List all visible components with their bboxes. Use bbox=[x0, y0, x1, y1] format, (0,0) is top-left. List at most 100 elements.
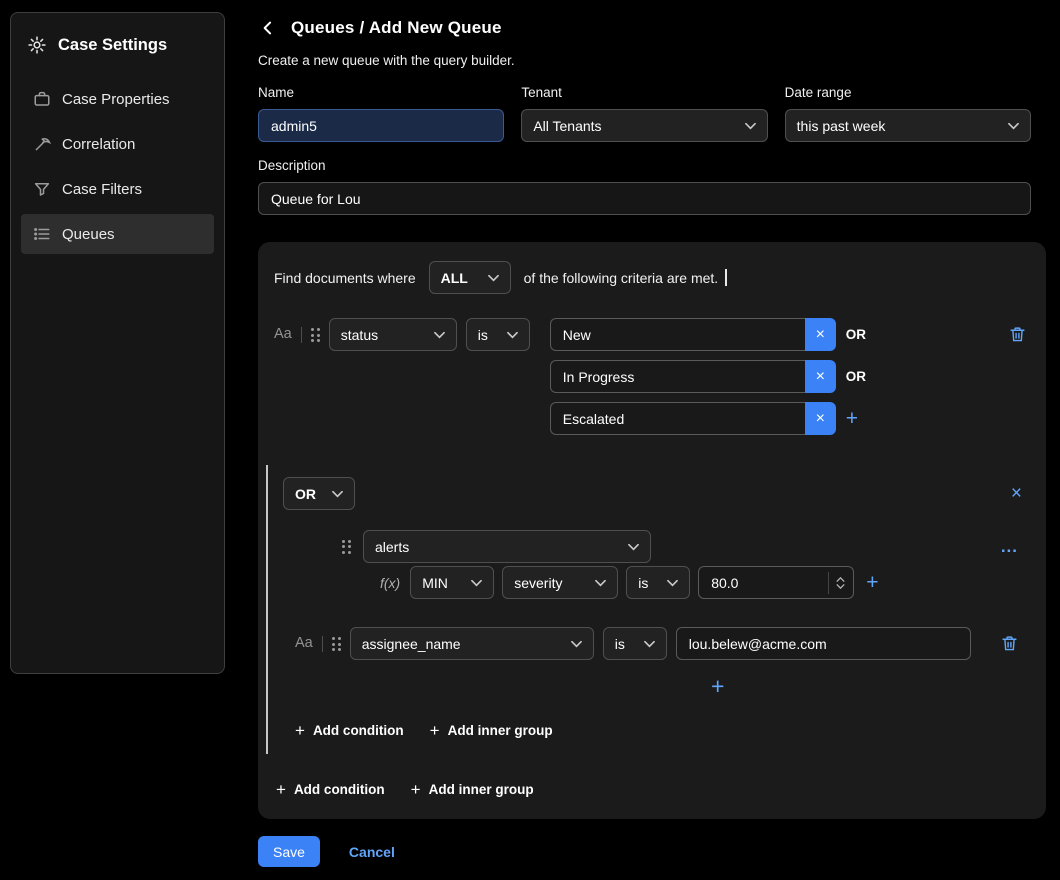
add-value-to-group-button[interactable]: + bbox=[711, 673, 724, 699]
alerts-field-value: alerts bbox=[375, 539, 409, 555]
app: Case Settings Case Properties Correlatio… bbox=[0, 0, 1060, 880]
queue-form: Name Tenant All Tenants Date range this … bbox=[258, 85, 1031, 142]
add-value-row: + bbox=[283, 676, 1030, 697]
description-label: Description bbox=[258, 158, 1031, 173]
gear-icon bbox=[27, 35, 47, 55]
chevron-down-icon bbox=[488, 274, 499, 282]
plus-icon: + bbox=[411, 782, 421, 797]
remove-group-button[interactable]: × bbox=[1011, 484, 1022, 503]
add-inner-group-label: Add inner group bbox=[448, 723, 553, 738]
sidebar: Case Settings Case Properties Correlatio… bbox=[10, 12, 225, 674]
plus-icon: + bbox=[430, 723, 440, 738]
value-row: × + bbox=[550, 402, 866, 435]
function-condition-row: f(x) MIN severity is bbox=[283, 566, 1030, 599]
group-header: OR × bbox=[283, 477, 1030, 510]
chevron-down-icon bbox=[644, 640, 655, 648]
number-input[interactable] bbox=[711, 575, 828, 591]
name-input[interactable] bbox=[258, 109, 504, 142]
sidebar-item-label: Queues bbox=[62, 226, 115, 243]
field-select-value: status bbox=[341, 327, 378, 343]
add-inner-group-button[interactable]: + Add inner group bbox=[411, 782, 534, 797]
delete-condition-button[interactable] bbox=[1009, 326, 1026, 343]
add-inner-group-button[interactable]: + Add inner group bbox=[430, 723, 553, 738]
find-suffix: of the following criteria are met. bbox=[524, 270, 719, 286]
sidebar-item-case-properties[interactable]: Case Properties bbox=[21, 79, 214, 119]
chevron-down-icon bbox=[471, 579, 482, 587]
chevron-down-icon bbox=[1008, 122, 1019, 130]
chevron-down-icon bbox=[595, 579, 606, 587]
description-input[interactable] bbox=[258, 182, 1031, 215]
text-type-indicator: Aa bbox=[274, 318, 292, 351]
condition-row-alerts: alerts ... bbox=[283, 530, 1030, 563]
remove-value-button[interactable]: × bbox=[805, 360, 836, 393]
remove-value-button[interactable]: × bbox=[805, 402, 836, 435]
drag-handle-icon[interactable] bbox=[342, 540, 351, 554]
pickaxe-icon bbox=[33, 135, 51, 153]
tenant-select-value: All Tenants bbox=[533, 118, 601, 134]
chevron-down-icon bbox=[745, 122, 756, 130]
group-operator-select[interactable]: OR bbox=[283, 477, 355, 510]
form-actions: Save Cancel bbox=[258, 836, 1046, 867]
delete-condition-button[interactable] bbox=[1001, 635, 1018, 652]
cancel-button[interactable]: Cancel bbox=[349, 844, 395, 860]
divider bbox=[322, 636, 323, 652]
more-options-button[interactable]: ... bbox=[1001, 542, 1018, 552]
stepper-icons[interactable] bbox=[828, 572, 845, 594]
save-button[interactable]: Save bbox=[258, 836, 320, 867]
value-row: × OR bbox=[550, 360, 866, 393]
add-value-button[interactable]: + bbox=[846, 408, 858, 429]
value-input[interactable] bbox=[550, 360, 805, 393]
list-icon bbox=[33, 225, 51, 243]
operator-select[interactable]: is bbox=[603, 627, 667, 660]
chevron-down-icon bbox=[667, 579, 678, 587]
tenant-select[interactable]: All Tenants bbox=[521, 109, 767, 142]
operator-select[interactable]: is bbox=[626, 566, 690, 599]
match-mode-select[interactable]: ALL bbox=[429, 261, 511, 294]
page-subtitle: Create a new queue with the query builde… bbox=[258, 53, 1046, 68]
value-input[interactable] bbox=[550, 318, 805, 351]
add-function-condition-button[interactable]: + bbox=[866, 572, 878, 593]
text-caret bbox=[725, 269, 727, 286]
main-content: Queues / Add New Queue Create a new queu… bbox=[225, 0, 1060, 880]
plus-icon: + bbox=[295, 723, 305, 738]
match-mode-row: Find documents where ALL of the followin… bbox=[274, 261, 1030, 294]
name-label: Name bbox=[258, 85, 504, 100]
text-type-indicator: Aa bbox=[295, 627, 313, 660]
sidebar-item-case-filters[interactable]: Case Filters bbox=[21, 169, 214, 209]
query-builder: Find documents where ALL of the followin… bbox=[258, 242, 1046, 819]
page-header: Queues / Add New Queue bbox=[258, 18, 1046, 38]
divider bbox=[301, 327, 302, 343]
add-condition-button[interactable]: + Add condition bbox=[295, 723, 404, 738]
value-list: × OR × OR × bbox=[550, 318, 866, 435]
sidebar-item-queues[interactable]: Queues bbox=[21, 214, 214, 254]
chevron-down-icon bbox=[628, 543, 639, 551]
or-joiner-label: OR bbox=[846, 369, 866, 384]
back-button[interactable] bbox=[258, 18, 278, 38]
function-select[interactable]: MIN bbox=[410, 566, 494, 599]
subfield-select[interactable]: severity bbox=[502, 566, 618, 599]
drag-handle-icon[interactable] bbox=[311, 328, 320, 342]
group-operator-value: OR bbox=[295, 486, 316, 502]
tenant-label: Tenant bbox=[521, 85, 767, 100]
field-select[interactable]: status bbox=[329, 318, 457, 351]
alerts-field-select[interactable]: alerts bbox=[363, 530, 651, 563]
sidebar-item-label: Case Filters bbox=[62, 181, 142, 198]
nested-condition-group: OR × alerts ... f(x) bbox=[266, 465, 1030, 754]
page-title: Queues / Add New Queue bbox=[291, 18, 502, 38]
remove-value-button[interactable]: × bbox=[805, 318, 836, 351]
date-range-select[interactable]: this past week bbox=[785, 109, 1031, 142]
assignee-value-input[interactable] bbox=[676, 627, 971, 660]
sidebar-title: Case Settings bbox=[58, 36, 167, 55]
add-condition-button[interactable]: + Add condition bbox=[276, 782, 385, 797]
condition-row-assignee: Aa assignee_name is bbox=[283, 627, 1030, 660]
sidebar-item-correlation[interactable]: Correlation bbox=[21, 124, 214, 164]
operator-select-value: is bbox=[615, 636, 625, 652]
assignee-field-select[interactable]: assignee_name bbox=[350, 627, 594, 660]
operator-select[interactable]: is bbox=[466, 318, 530, 351]
briefcase-icon bbox=[33, 90, 51, 108]
condition-row-status: Aa status is × OR bbox=[274, 318, 1030, 435]
drag-handle-icon[interactable] bbox=[332, 637, 341, 651]
value-row: × OR bbox=[550, 318, 866, 351]
chevron-down-icon bbox=[507, 331, 518, 339]
value-input[interactable] bbox=[550, 402, 805, 435]
